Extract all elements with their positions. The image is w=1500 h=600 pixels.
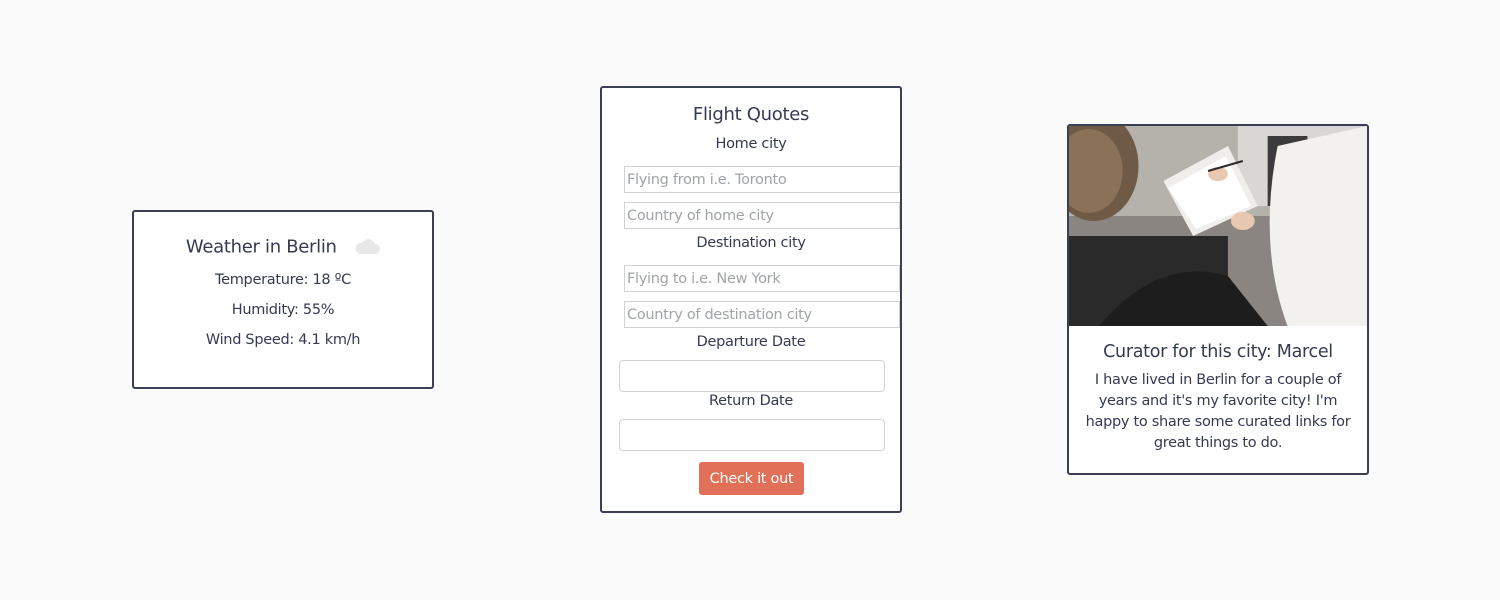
wind-speed-value: Wind Speed: 4.1 km/h — [205, 331, 361, 348]
departure-date-label: Departure Date — [696, 334, 806, 350]
curator-title: Curator for this city: Marcel — [1103, 342, 1333, 362]
return-date-label: Return Date — [708, 393, 794, 409]
flight-quotes-card: Flight Quotes Home city Destination city… — [600, 86, 902, 513]
temperature-value: Temperature: 18 ºC — [215, 271, 351, 288]
return-date-input[interactable] — [619, 419, 885, 451]
weather-card: Weather in Berlin Temperature: 18 ºC Hum… — [132, 210, 434, 389]
destination-city-input[interactable] — [624, 265, 900, 292]
destination-country-input[interactable] — [624, 301, 900, 328]
weather-title-text: Weather in Berlin — [185, 236, 337, 258]
curator-card: Curator for this city: Marcel I have liv… — [1067, 124, 1369, 475]
weather-title: Weather in Berlin — [134, 236, 432, 258]
destination-city-label: Destination city — [696, 235, 806, 251]
check-it-out-button[interactable]: Check it out — [699, 462, 804, 495]
home-city-label: Home city — [715, 136, 787, 152]
departure-date-input[interactable] — [619, 360, 885, 392]
home-city-input[interactable] — [624, 166, 900, 193]
cloud-icon — [355, 239, 381, 254]
flight-quotes-title: Flight Quotes — [692, 104, 810, 125]
curator-bio: I have lived in Berlin for a couple of y… — [1085, 372, 1351, 451]
home-country-input[interactable] — [624, 202, 900, 229]
curator-photo — [1069, 126, 1367, 326]
humidity-value: Humidity: 55% — [231, 301, 335, 318]
